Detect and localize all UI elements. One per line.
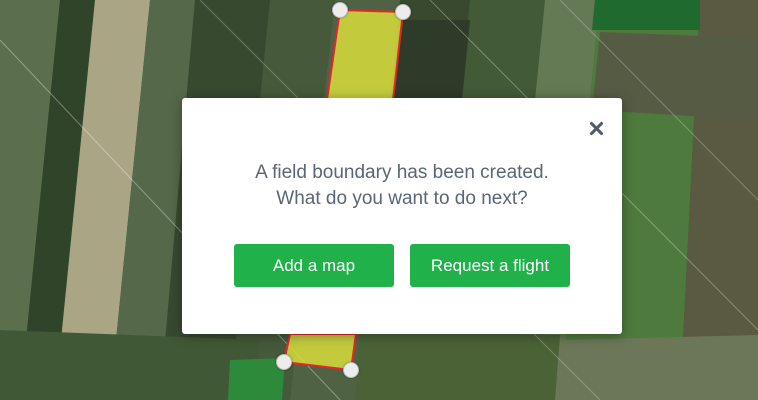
field-created-dialog: A field boundary has been created. What …	[182, 98, 622, 334]
add-map-button[interactable]: Add a map	[234, 244, 394, 287]
request-flight-button[interactable]: Request a flight	[410, 244, 570, 287]
boundary-vertex-handle[interactable]	[276, 354, 292, 370]
field-boundary	[325, 8, 405, 101]
boundary-vertex-handle[interactable]	[343, 362, 359, 378]
dialog-actions: Add a map Request a flight	[182, 244, 622, 287]
dialog-message-line2: What do you want to do next?	[276, 188, 528, 209]
dialog-message: A field boundary has been created. What …	[182, 160, 622, 212]
close-icon[interactable]	[586, 118, 608, 140]
dialog-message-line1: A field boundary has been created.	[255, 162, 549, 183]
boundary-vertex-handle[interactable]	[332, 2, 348, 18]
boundary-vertex-handle[interactable]	[395, 4, 411, 20]
